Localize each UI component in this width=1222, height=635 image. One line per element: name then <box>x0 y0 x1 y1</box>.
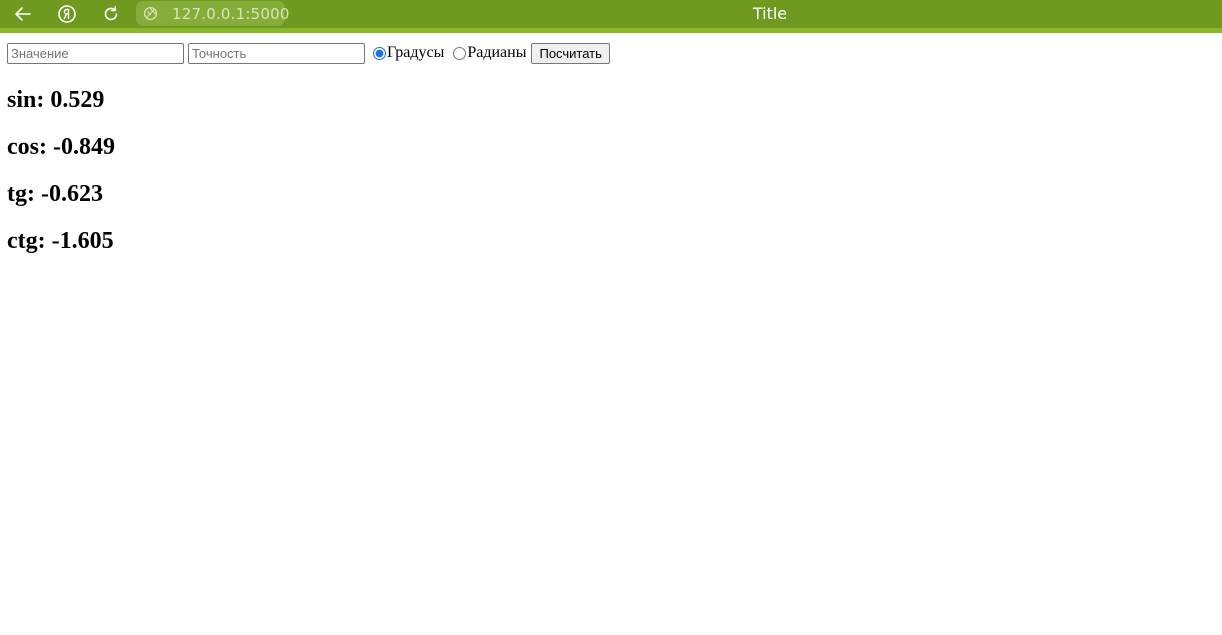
cos-result: cos: -0.849 <box>7 134 115 160</box>
address-bar[interactable]: 127.0.0.1:5000 <box>136 1 289 26</box>
precision-input[interactable] <box>188 42 365 64</box>
calc-form: Градусы Радианы Посчитать <box>7 42 1215 64</box>
calculate-button[interactable]: Посчитать <box>531 42 610 64</box>
ctg-result: ctg: -1.605 <box>7 228 114 254</box>
reload-icon <box>104 6 118 21</box>
degrees-label[interactable]: Градусы <box>387 44 444 62</box>
tg-result: tg: -0.623 <box>7 181 103 207</box>
yandex-button[interactable] <box>54 2 80 26</box>
radians-label[interactable]: Радианы <box>467 44 526 62</box>
degrees-radio[interactable] <box>373 46 386 60</box>
site-info-icon[interactable] <box>143 6 158 22</box>
sin-result: sin: 0.529 <box>7 87 105 113</box>
page-content: Градусы Радианы Посчитать sin: 0.529 cos… <box>0 33 1222 255</box>
radians-radio[interactable] <box>453 46 467 60</box>
url-text: 127.0.0.1:5000 <box>172 4 290 23</box>
yandex-icon <box>58 5 76 23</box>
value-input[interactable] <box>7 42 184 64</box>
back-button[interactable] <box>10 2 36 26</box>
back-arrow-icon <box>15 7 31 21</box>
browser-toolbar: 127.0.0.1:5000 Title <box>0 0 1222 33</box>
reload-button[interactable] <box>98 2 124 26</box>
